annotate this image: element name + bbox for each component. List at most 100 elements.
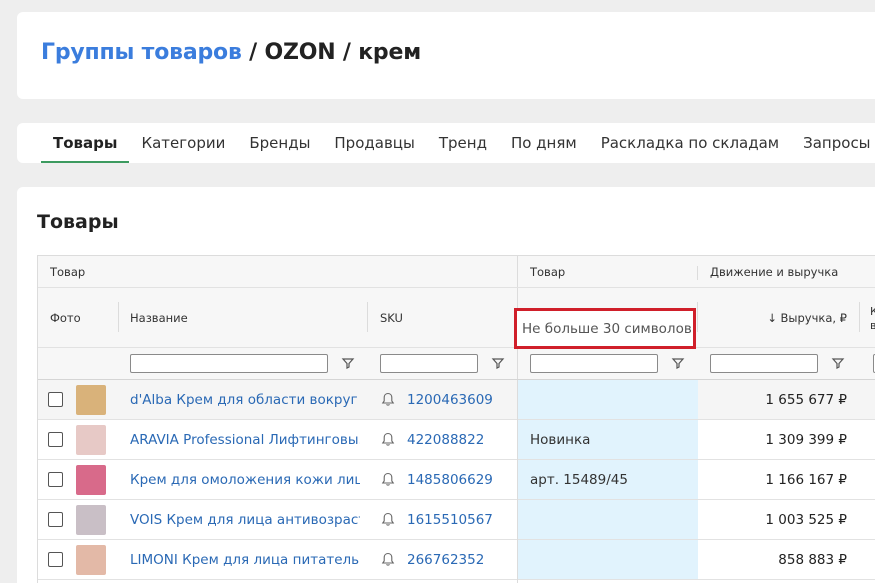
tab-1[interactable]: Категории bbox=[129, 123, 237, 163]
table-row[interactable]: VOIS Крем для лица антивозраст... 161551… bbox=[38, 500, 875, 540]
revenue-value: 1 309 399 ₽ bbox=[765, 431, 847, 448]
product-name-link[interactable]: ARAVIA Professional Лифтинговы... bbox=[130, 432, 360, 448]
sku-link[interactable]: 422088822 bbox=[407, 432, 484, 448]
sku-cell: 1200463609 bbox=[407, 380, 493, 419]
bell-icon-cell bbox=[381, 380, 395, 419]
product-photo bbox=[76, 420, 106, 459]
column-name[interactable]: Название bbox=[130, 288, 188, 347]
table-row[interactable]: ARAVIA Professional Лифтинговы... 422088… bbox=[38, 420, 875, 460]
revenue-value: 1 166 167 ₽ bbox=[765, 471, 847, 488]
breadcrumb-separator: / bbox=[335, 40, 359, 65]
group-header-movement: Движение и выручка bbox=[710, 264, 839, 279]
comment-filter-input[interactable] bbox=[530, 354, 658, 373]
tab-0[interactable]: Товары bbox=[41, 123, 130, 163]
product-thumbnail[interactable] bbox=[76, 464, 106, 495]
sku-cell: 1485806629 bbox=[407, 460, 493, 499]
product-name-link[interactable]: d'Alba Крем для области вокруг г... bbox=[130, 392, 360, 408]
breadcrumb-group: крем bbox=[358, 40, 421, 65]
sku-cell: 1615510567 bbox=[407, 500, 493, 539]
comment-cell[interactable]: Новинка bbox=[518, 420, 698, 459]
revenue-cell: 1 166 167 ₽ bbox=[710, 460, 847, 499]
tab-2[interactable]: Бренды bbox=[237, 123, 322, 163]
sku-filter bbox=[380, 348, 478, 379]
table-row[interactable]: Крем для омоложения кожи лиц... 14858066… bbox=[38, 460, 875, 500]
product-name-link[interactable]: LIMONI Крем для лица питательн... bbox=[130, 552, 360, 568]
products-table: Товар Товар Движение и выручка Фото Назв… bbox=[37, 255, 875, 583]
comment-cell[interactable]: арт. 15489/45 bbox=[518, 460, 698, 499]
table-column-header: Фото Название SKU Комментарий ↓ Выручка,… bbox=[38, 288, 875, 348]
product-thumbnail[interactable] bbox=[76, 384, 106, 415]
column-sku[interactable]: SKU bbox=[380, 288, 403, 347]
comment-cell[interactable] bbox=[518, 540, 698, 579]
row-select bbox=[48, 500, 63, 539]
filter-icon[interactable] bbox=[341, 356, 355, 370]
revenue-filter-input[interactable] bbox=[710, 354, 818, 373]
filter-icon[interactable] bbox=[491, 356, 505, 370]
bell-icon-cell bbox=[381, 500, 395, 539]
column-divider bbox=[517, 256, 518, 287]
tab-7[interactable]: Запросы bbox=[791, 123, 875, 163]
table-row[interactable]: d'Alba Крем для области вокруг г... 1200… bbox=[38, 380, 875, 420]
group-header-product: Товар bbox=[50, 264, 86, 279]
breadcrumb-groups-link[interactable]: Группы товаров bbox=[41, 40, 242, 65]
row-select bbox=[48, 420, 63, 459]
column-divider[interactable] bbox=[859, 302, 860, 332]
product-photo bbox=[76, 380, 106, 419]
page-title: Группы товаров / OZON / крем bbox=[41, 40, 421, 65]
sku-link[interactable]: 1485806629 bbox=[407, 472, 493, 488]
comment-cell[interactable] bbox=[518, 500, 698, 539]
tab-5[interactable]: По дням bbox=[499, 123, 589, 163]
revenue-value: 858 883 ₽ bbox=[778, 551, 847, 568]
column-next-partial-bottom: в bbox=[870, 319, 875, 333]
product-name-cell: ARAVIA Professional Лифтинговы... bbox=[130, 420, 360, 459]
breadcrumb-separator: / bbox=[241, 40, 265, 65]
product-thumbnail[interactable] bbox=[76, 544, 106, 575]
column-divider[interactable] bbox=[118, 302, 119, 332]
bell-icon-cell bbox=[381, 420, 395, 459]
tab-3[interactable]: Продавцы bbox=[322, 123, 426, 163]
table-row[interactable]: LIMONI Крем для лица питательн... 266762… bbox=[38, 540, 875, 580]
product-name-cell: Крем для омоложения кожи лиц... bbox=[130, 460, 360, 499]
row-checkbox[interactable] bbox=[48, 392, 63, 407]
sku-link[interactable]: 1200463609 bbox=[407, 392, 493, 408]
name-filter bbox=[130, 348, 328, 379]
bell-icon[interactable] bbox=[381, 392, 395, 407]
column-next-partial-top: К bbox=[870, 305, 875, 319]
product-thumbnail[interactable] bbox=[76, 424, 106, 455]
sku-filter-input[interactable] bbox=[380, 354, 478, 373]
filter-icon[interactable] bbox=[671, 356, 685, 370]
filter-icon[interactable] bbox=[831, 356, 845, 370]
product-name-link[interactable]: VOIS Крем для лица антивозраст... bbox=[130, 512, 360, 528]
group-header-product-2: Товар bbox=[530, 264, 566, 279]
row-checkbox[interactable] bbox=[48, 552, 63, 567]
column-next-partial[interactable]: К в bbox=[870, 305, 875, 333]
tab-4[interactable]: Тренд bbox=[427, 123, 499, 163]
bell-icon-cell bbox=[381, 540, 395, 579]
row-checkbox[interactable] bbox=[48, 512, 63, 527]
name-filter-input[interactable] bbox=[130, 354, 328, 373]
column-divider[interactable] bbox=[367, 302, 368, 332]
row-checkbox[interactable] bbox=[48, 432, 63, 447]
tabs-bar: Товары Категории Бренды Продавцы Тренд По дня… bbox=[17, 123, 875, 163]
column-revenue[interactable]: ↓ Выручка, ₽ bbox=[710, 288, 847, 347]
sku-link[interactable]: 266762352 bbox=[407, 552, 484, 568]
revenue-cell: 858 883 ₽ bbox=[710, 540, 847, 579]
revenue-cell: 1 655 677 ₽ bbox=[710, 380, 847, 419]
column-divider[interactable] bbox=[697, 302, 698, 332]
bell-icon[interactable] bbox=[381, 512, 395, 527]
sku-link[interactable]: 1615510567 bbox=[407, 512, 493, 528]
column-divider bbox=[517, 380, 518, 583]
product-name-link[interactable]: Крем для омоложения кожи лиц... bbox=[130, 472, 360, 488]
column-photo[interactable]: Фото bbox=[50, 288, 81, 347]
bell-icon[interactable] bbox=[381, 432, 395, 447]
sku-cell: 266762352 bbox=[407, 540, 484, 579]
bell-icon[interactable] bbox=[381, 552, 395, 567]
bell-icon-cell bbox=[381, 460, 395, 499]
row-checkbox[interactable] bbox=[48, 472, 63, 487]
revenue-cell: 1 003 525 ₽ bbox=[710, 500, 847, 539]
comment-cell[interactable] bbox=[518, 380, 698, 419]
tab-6[interactable]: Раскладка по складам bbox=[589, 123, 791, 163]
comment-editor-input[interactable]: Не больше 30 символов bbox=[514, 308, 696, 349]
product-thumbnail[interactable] bbox=[76, 504, 106, 535]
bell-icon[interactable] bbox=[381, 472, 395, 487]
